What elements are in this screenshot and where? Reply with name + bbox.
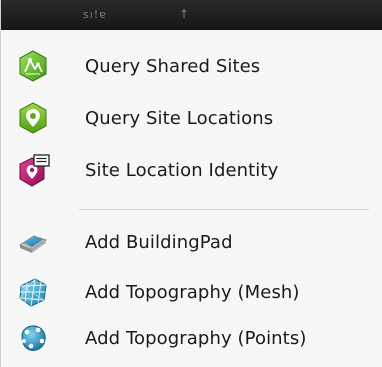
menu-item-query-site-locations[interactable]: Query Site Locations [1, 98, 382, 138]
site-location-icon [17, 102, 49, 134]
menu-item-label: Add BuildingPad [85, 232, 233, 253]
dropdown-menu: sı!ɐ ↑ Query Shared Sites Query Site Loc… [0, 0, 382, 367]
menu-item-query-shared-sites[interactable]: Query Shared Sites [1, 46, 382, 86]
menu-item-add-building-pad[interactable]: Add BuildingPad [1, 222, 382, 262]
menu-item-label: Add Topography (Mesh) [85, 282, 300, 303]
header-arrow-icon: ↑ [179, 7, 190, 21]
menu-item-label: Query Site Locations [85, 108, 274, 129]
header-label: sı!ɐ [83, 8, 107, 21]
menu-item-label: Add Topography (Points) [85, 328, 307, 349]
menu-item-add-topography-points[interactable]: Add Topography (Points) [1, 318, 382, 358]
menu-item-site-location-identity[interactable]: Site Location Identity [1, 150, 382, 190]
topography-mesh-icon [17, 276, 49, 308]
site-identity-icon [17, 154, 50, 187]
menu-separator [79, 209, 369, 210]
menu-item-label: Site Location Identity [85, 160, 279, 181]
topography-points-icon [17, 322, 49, 354]
menu-item-label: Query Shared Sites [85, 56, 261, 77]
menu-header: sı!ɐ ↑ [1, 0, 382, 30]
menu-item-add-topography-mesh[interactable]: Add Topography (Mesh) [1, 272, 382, 312]
building-pad-icon [17, 226, 49, 258]
shared-sites-icon [17, 50, 49, 82]
